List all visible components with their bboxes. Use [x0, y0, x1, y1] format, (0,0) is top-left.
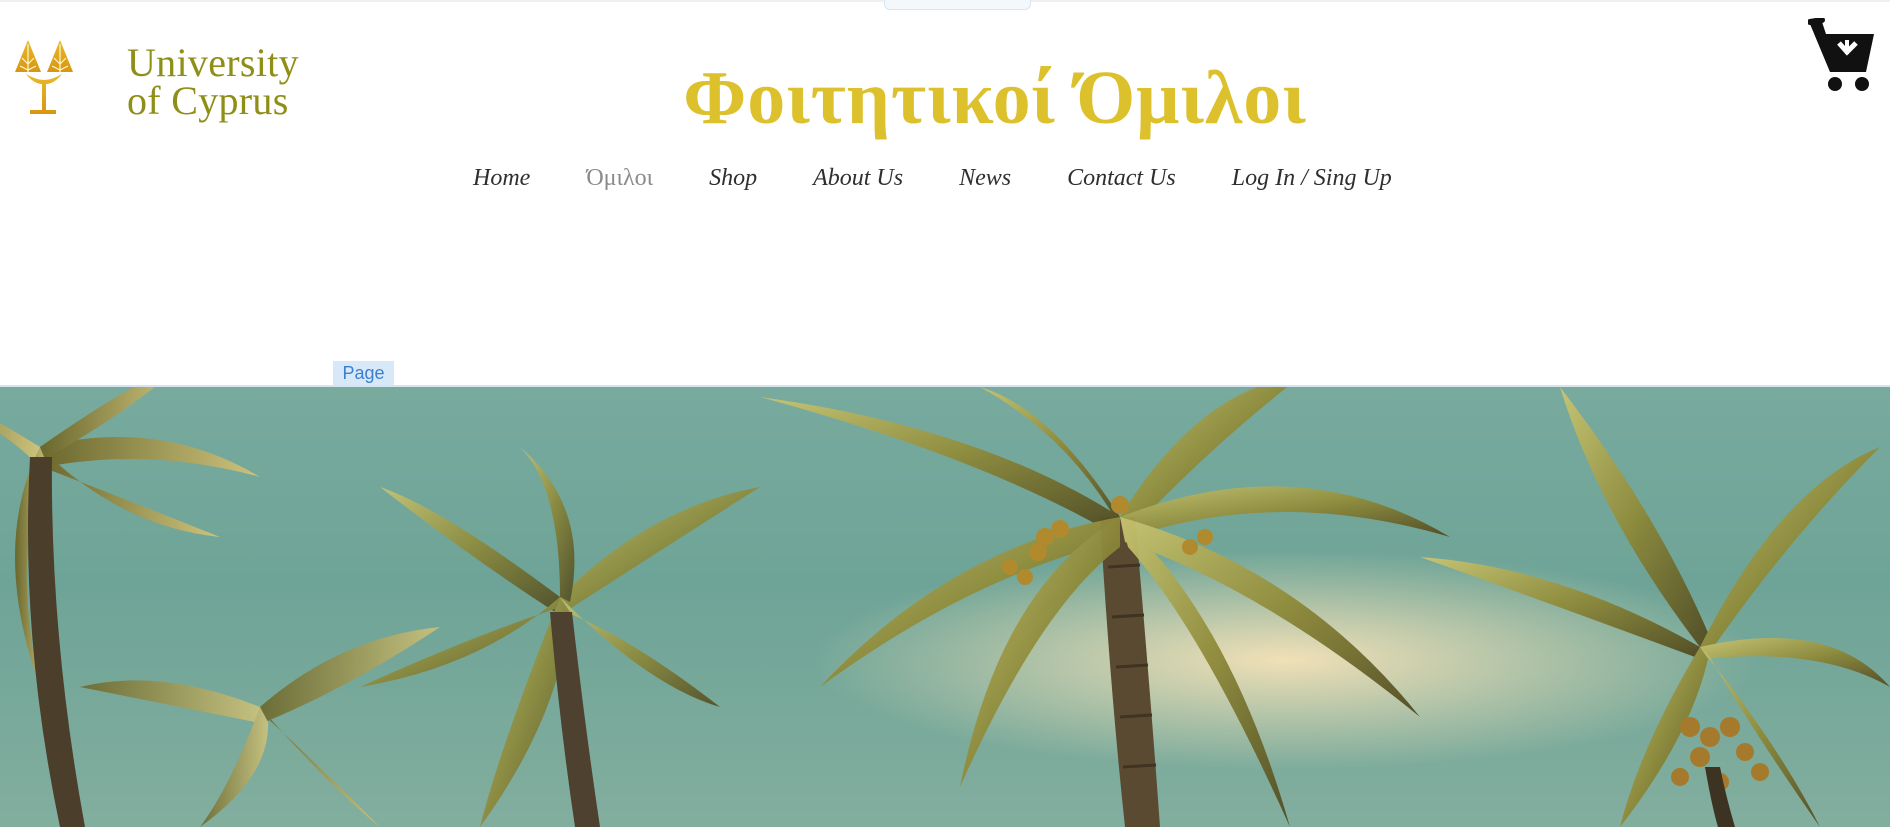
page-root: University of Cyprus Φοιτητικοί Όμιλοι H… [0, 0, 1890, 827]
editor-top-tab[interactable] [884, 0, 1031, 10]
nav-login-signup[interactable]: Log In / Sing Up [1232, 165, 1392, 192]
nav-shop[interactable]: Shop [709, 165, 757, 192]
nav-home[interactable]: Home [473, 165, 530, 192]
page-section-label[interactable]: Page [333, 361, 394, 385]
nav-news[interactable]: News [959, 165, 1011, 192]
site-title: Φοιτητικοί Όμιλοι [683, 56, 1307, 140]
nav-contact-us[interactable]: Contact Us [1067, 165, 1176, 192]
nav-about-us[interactable]: About Us [813, 165, 903, 192]
hero-image-palm-trees [0, 387, 1890, 827]
shopping-cart-icon[interactable] [1808, 18, 1878, 92]
palm-trees-illustration [0, 387, 1890, 827]
main-navigation: Home Όμιλοι Shop About Us News Contact U… [473, 160, 1392, 196]
nav-omiloi[interactable]: Όμιλοι [586, 165, 653, 192]
